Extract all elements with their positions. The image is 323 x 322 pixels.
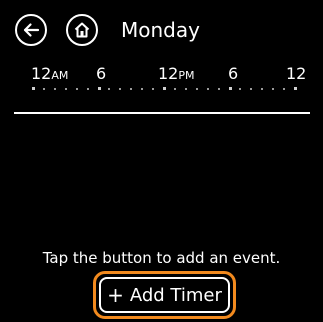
- day-timeline: 12AM 6 12PM 6 12: [0, 60, 323, 120]
- hour-marker: [86, 88, 89, 90]
- hour-marker: [64, 88, 67, 90]
- hour-marker: [75, 88, 78, 90]
- hour-marker: [294, 87, 297, 90]
- header: Monday: [0, 0, 323, 60]
- hour-marker: [283, 88, 286, 90]
- arrow-left-icon: [23, 23, 40, 37]
- hour-marker: [130, 88, 133, 90]
- hour-marker: [163, 87, 166, 90]
- tick-label-12pm: 12PM: [158, 64, 195, 83]
- add-timer-button[interactable]: + Add Timer: [99, 277, 230, 313]
- hour-marker: [195, 88, 198, 90]
- hour-marker: [184, 88, 187, 90]
- tick-label-12am: 12AM: [31, 64, 69, 83]
- tick-label-12am-end: 12: [286, 64, 307, 83]
- add-timer-label: Add Timer: [129, 284, 222, 306]
- hour-marker: [42, 88, 45, 90]
- tick-label-6pm: 6: [228, 64, 239, 83]
- home-icon: [74, 22, 90, 38]
- hour-marker: [239, 88, 242, 90]
- hour-marker: [97, 87, 101, 90]
- empty-state-hint: Tap the button to add an event.: [42, 249, 281, 267]
- hour-marker: [250, 88, 253, 90]
- hour-marker: [261, 88, 264, 90]
- hour-marker: [272, 88, 275, 90]
- page-title: Monday: [121, 18, 200, 42]
- hour-marker: [32, 87, 35, 90]
- hour-marker: [206, 88, 209, 90]
- hour-marker: [228, 87, 232, 90]
- hour-marker: [108, 88, 111, 90]
- plus-icon: +: [107, 283, 124, 307]
- hour-marker: [141, 88, 144, 90]
- hour-marker: [152, 88, 155, 90]
- hour-marker: [119, 88, 122, 90]
- hour-marker: [173, 88, 176, 90]
- timeline-divider: [14, 112, 310, 114]
- home-button[interactable]: [66, 14, 98, 46]
- back-button[interactable]: [15, 14, 47, 46]
- hour-marker: [53, 88, 56, 90]
- hour-marker: [217, 88, 220, 90]
- tick-label-6am: 6: [96, 64, 107, 83]
- hour-markers: [32, 87, 302, 94]
